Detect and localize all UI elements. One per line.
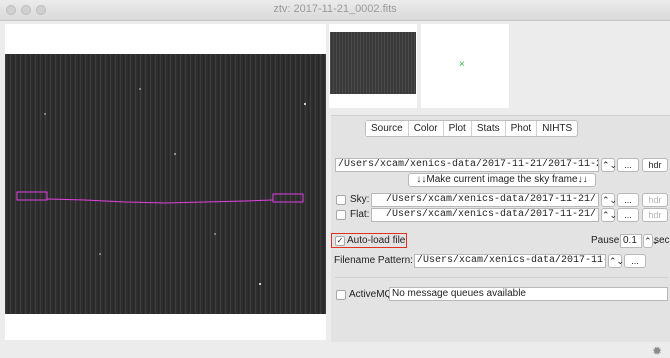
sky-stepper[interactable]: ⌃⌄ (601, 193, 617, 207)
filename-pattern-field[interactable]: /Users/xcam/xenics-data/2017-11-21/2017- (414, 254, 606, 268)
region-box-left (16, 191, 48, 201)
sky-checkbox[interactable] (336, 195, 346, 205)
tab-stats[interactable]: Stats (472, 121, 506, 136)
tab-bar: Source Color Plot Stats Phot NIHTS (365, 120, 579, 137)
autoload-label: Auto-load file (347, 235, 406, 246)
pause-label: Pause (591, 235, 620, 246)
filename-pattern-stepper[interactable]: ⌃⌄ (608, 254, 624, 268)
flat-label: Flat: (350, 209, 370, 220)
flat-path-field[interactable]: /Users/xcam/xenics-data/2017-11-21/ (371, 208, 599, 222)
sky-path-field[interactable]: /Users/xcam/xenics-data/2017-11-21/ (371, 193, 599, 207)
gear-icon[interactable]: ✹ (652, 345, 662, 357)
x-mark-icon: × (459, 59, 465, 70)
fits-image[interactable] (5, 54, 326, 314)
pause-input[interactable]: 0.1 (620, 234, 642, 248)
flat-hdr-button[interactable]: hdr (642, 208, 668, 222)
flat-checkbox[interactable] (336, 210, 346, 220)
sky-browse-button[interactable]: ... (617, 193, 639, 207)
filename-pattern-label: Filename Pattern: (334, 255, 413, 266)
image-panel[interactable] (5, 24, 326, 340)
tab-plot[interactable]: Plot (444, 121, 472, 136)
zoom-panel: × (421, 24, 509, 108)
control-panel (331, 115, 670, 342)
line-profile-overlay (46, 198, 274, 204)
thumbnail-image[interactable] (330, 32, 416, 94)
autoload-checkbox[interactable]: ✓ (335, 236, 345, 246)
filename-pattern-browse-button[interactable]: ... (624, 254, 646, 268)
source-path-field[interactable]: /Users/xcam/xenics-data/2017-11-21/2017-… (335, 158, 599, 172)
activemq-label: ActiveMQ (349, 289, 393, 300)
make-sky-frame-button[interactable]: ↓↓Make current image the sky frame↓↓ (408, 173, 596, 187)
source-browse-button[interactable]: ... (617, 158, 639, 172)
window-title: ztv: 2017-11-21_0002.fits (273, 3, 397, 15)
source-stepper[interactable]: ⌃⌄ (601, 158, 617, 172)
plot-overlay (16, 88, 306, 285)
activemq-checkbox[interactable] (336, 290, 346, 300)
activemq-select[interactable]: No message queues available (389, 287, 668, 301)
pause-stepper[interactable]: ⌃⌄ (643, 234, 659, 248)
sky-label: Sky: (350, 194, 370, 205)
thumbnail-panel[interactable] (329, 24, 417, 108)
pause-unit: sec (654, 235, 670, 246)
divider (335, 277, 668, 278)
sky-hdr-button[interactable]: hdr (642, 193, 668, 207)
tab-nihts[interactable]: NIHTS (537, 121, 577, 136)
flat-stepper[interactable]: ⌃⌄ (601, 208, 617, 222)
tab-color[interactable]: Color (409, 121, 444, 136)
source-hdr-button[interactable]: hdr (642, 158, 668, 172)
title-bar: ztv: 2017-11-21_0002.fits (0, 0, 670, 21)
flat-browse-button[interactable]: ... (617, 208, 639, 222)
tab-source[interactable]: Source (366, 121, 409, 136)
region-box-right (272, 193, 304, 203)
tab-phot[interactable]: Phot (506, 121, 538, 136)
